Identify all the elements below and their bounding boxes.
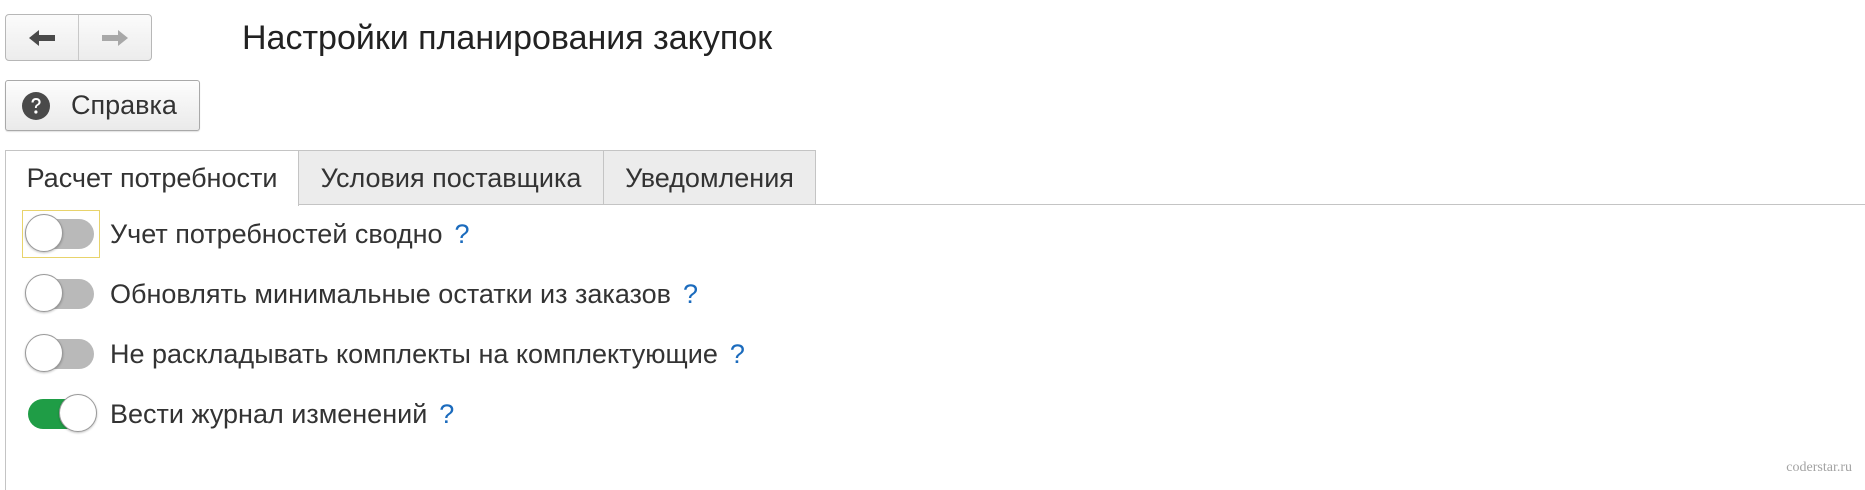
setting-label: Не раскладывать комплекты на комплектующ…: [110, 338, 718, 369]
tab-supplier-terms[interactable]: Условия поставщика: [298, 150, 604, 205]
toggle-switch-on: [28, 394, 97, 432]
toggle-no-kit-breakdown[interactable]: [22, 330, 100, 378]
help-button-label: Справка: [71, 90, 177, 120]
tab-demand-calculation[interactable]: Расчет потребности: [5, 150, 299, 206]
setting-help-link[interactable]: ?: [439, 399, 454, 430]
toggle-knob: [25, 274, 63, 312]
toggle-change-log[interactable]: [22, 390, 100, 438]
forward-button[interactable]: [78, 15, 151, 60]
toggle-update-min-stock[interactable]: [22, 270, 100, 318]
question-circle-icon: [21, 91, 51, 121]
toggle-knob: [59, 394, 97, 432]
setting-help-link[interactable]: ?: [683, 279, 698, 310]
toggle-knob: [25, 214, 63, 252]
tab-label: Расчет потребности: [26, 163, 278, 193]
setting-consolidated-demand: Учет потребностей сводно ?: [22, 208, 470, 260]
help-button[interactable]: Справка: [5, 80, 200, 131]
tab-label: Условия поставщика: [320, 162, 582, 193]
toggle-switch-off: [25, 214, 94, 252]
setting-help-link[interactable]: ?: [730, 339, 745, 370]
setting-help-link[interactable]: ?: [455, 219, 470, 250]
watermark: coderstar.ru: [1786, 460, 1852, 475]
setting-update-min-stock: Обновлять минимальные остатки из заказов…: [22, 268, 698, 320]
toggle-switch-off: [25, 274, 94, 312]
setting-change-log: Вести журнал изменений ?: [22, 388, 454, 440]
setting-label: Учет потребностей сводно: [110, 218, 443, 249]
toggle-knob: [25, 334, 63, 372]
back-button[interactable]: [6, 15, 78, 60]
navigation-buttons: [5, 14, 152, 61]
setting-no-kit-breakdown: Не раскладывать комплекты на комплектующ…: [22, 328, 745, 380]
tab-notifications[interactable]: Уведомления: [603, 150, 816, 205]
arrow-left-icon: [29, 29, 55, 46]
tab-panel-border: [5, 204, 6, 490]
arrow-right-icon: [102, 29, 128, 46]
setting-label: Вести журнал изменений: [110, 398, 428, 429]
setting-label: Обновлять минимальные остатки из заказов: [110, 278, 671, 309]
toggle-consolidated-demand[interactable]: [22, 210, 100, 258]
page-title: Настройки планирования закупок: [242, 19, 773, 57]
toggle-switch-off: [25, 334, 94, 372]
tab-label: Уведомления: [625, 162, 794, 193]
